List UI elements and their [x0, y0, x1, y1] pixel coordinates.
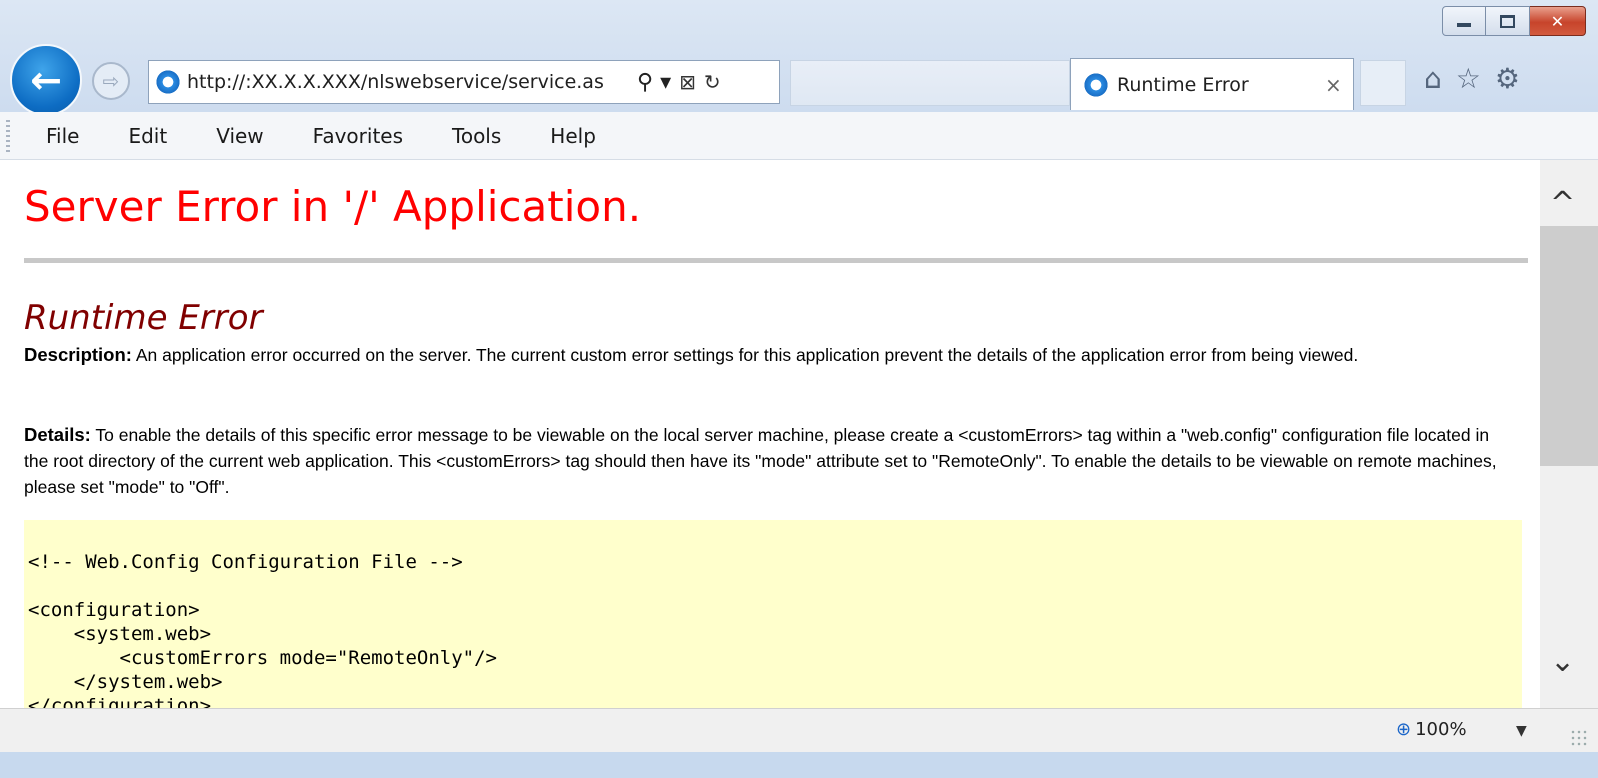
taskbar-strip — [0, 752, 1598, 778]
details-label: Details: — [24, 424, 91, 445]
scroll-up-icon[interactable]: ^ — [1550, 186, 1575, 221]
tab-background[interactable] — [790, 60, 1070, 106]
scroll-down-icon[interactable]: ⌄ — [1550, 644, 1575, 679]
minimize-icon — [1457, 23, 1471, 27]
page-title: Server Error in '/' Application. — [24, 182, 642, 231]
zoom-magnifier-icon: ⊕ — [1396, 719, 1412, 740]
config-code: <!-- Web.Config Configuration File --> <… — [28, 551, 497, 708]
favorites-star-icon[interactable]: ☆ — [1456, 62, 1481, 95]
menu-bar: File Edit View Favorites Tools Help — [0, 112, 1598, 160]
settings-gear-icon[interactable]: ⚙ — [1495, 62, 1520, 95]
description-text: An application error occurred on the ser… — [131, 345, 1359, 365]
minimize-button[interactable] — [1442, 6, 1486, 36]
back-button[interactable]: ← — [10, 44, 82, 116]
details-paragraph: Details: To enable the details of this s… — [24, 422, 1504, 500]
resize-grip-icon[interactable] — [1570, 729, 1588, 747]
tab-close-icon[interactable]: × — [1325, 73, 1342, 97]
compatibility-view-icon[interactable]: ⊠ — [679, 70, 696, 94]
forward-arrow-icon: ⇨ — [102, 69, 120, 93]
menu-edit[interactable]: Edit — [128, 124, 167, 148]
maximize-icon — [1500, 14, 1515, 28]
back-arrow-icon: ← — [30, 58, 62, 102]
config-code-block: <!-- Web.Config Configuration File --> <… — [24, 520, 1522, 708]
menu-help[interactable]: Help — [550, 124, 596, 148]
menu-view[interactable]: View — [216, 124, 263, 148]
maximize-button[interactable] — [1486, 6, 1530, 36]
status-bar: ⊕ 100% ▼ — [0, 708, 1598, 752]
error-subtitle: Runtime Error — [24, 298, 263, 338]
close-icon: ✕ — [1550, 11, 1565, 31]
page-viewport: Server Error in '/' Application. Runtime… — [0, 160, 1540, 708]
details-text: To enable the details of this specific e… — [24, 425, 1497, 497]
address-bar[interactable]: http://:XX.X.X.XXX/nlswebservice/service… — [148, 60, 780, 104]
close-window-button[interactable]: ✕ — [1530, 6, 1586, 36]
home-icon[interactable]: ⌂ — [1424, 62, 1442, 95]
tab-title: Runtime Error — [1117, 73, 1249, 96]
tab-runtime-error[interactable]: Runtime Error × — [1070, 58, 1354, 110]
description-label: Description: — [24, 344, 132, 365]
zoom-level: 100% — [1415, 719, 1467, 740]
zoom-dropdown-icon[interactable]: ▼ — [1516, 723, 1527, 739]
window-controls: ✕ — [1442, 6, 1586, 36]
zoom-control[interactable]: ⊕ 100% — [1396, 719, 1467, 740]
description-paragraph: Description: An application error occurr… — [24, 342, 1504, 368]
ie-page-icon — [155, 69, 181, 95]
scroll-thumb[interactable] — [1540, 226, 1598, 466]
menu-tools[interactable]: Tools — [452, 124, 501, 148]
new-tab-button[interactable] — [1360, 60, 1406, 106]
toolbar-grip — [6, 120, 10, 152]
browser-chrome: ✕ ← ⇨ http://:XX.X.X.XXX/nlswebservice/s… — [0, 0, 1598, 116]
toolbar-icons: ⌂ ☆ ⚙ — [1424, 62, 1520, 95]
menu-favorites[interactable]: Favorites — [313, 124, 403, 148]
refresh-icon[interactable]: ↻ — [704, 70, 721, 94]
search-dropdown-icon[interactable]: ⚲ ▾ — [637, 70, 671, 95]
vertical-scrollbar[interactable]: ^ ⌄ — [1540, 160, 1598, 708]
title-divider — [24, 258, 1528, 263]
forward-button[interactable]: ⇨ — [92, 62, 130, 100]
address-url[interactable]: http://:XX.X.X.XXX/nlswebservice/service… — [187, 71, 633, 93]
menu-file[interactable]: File — [46, 124, 79, 148]
tab-ie-icon — [1083, 71, 1109, 98]
